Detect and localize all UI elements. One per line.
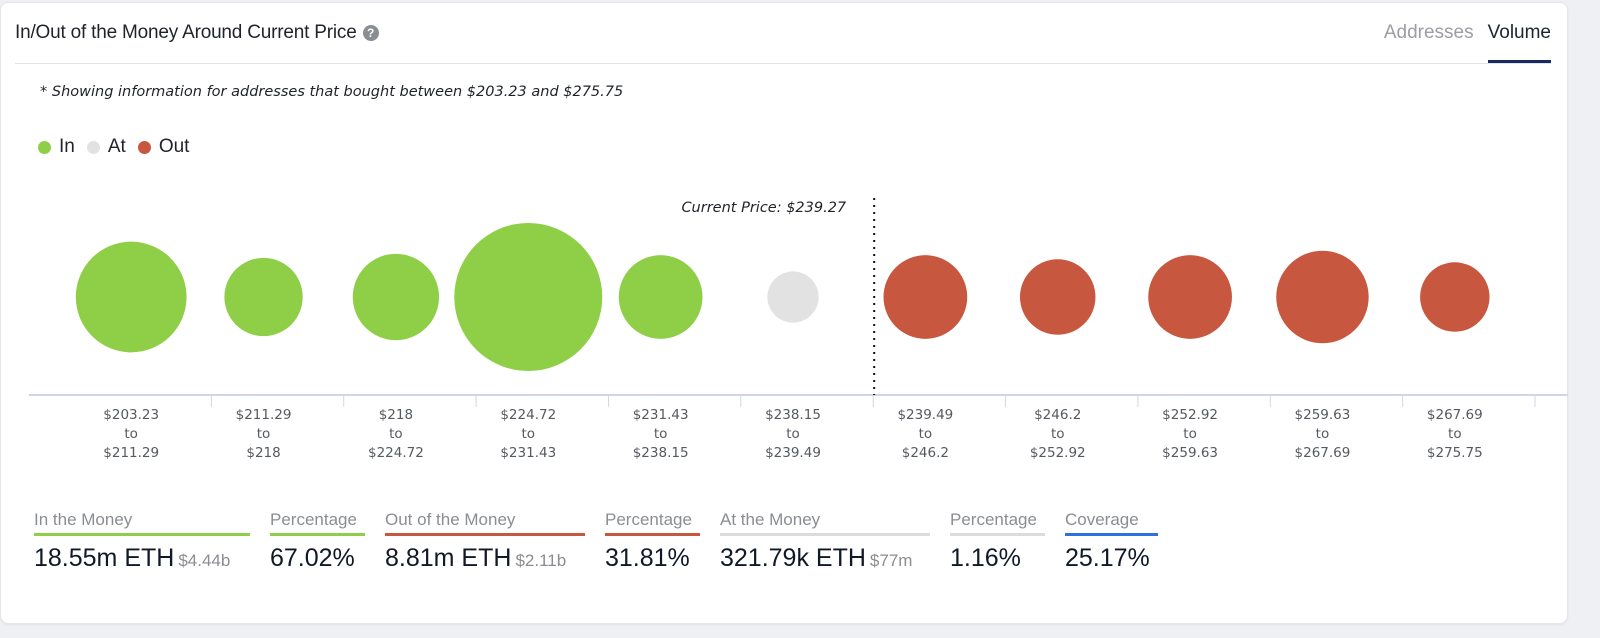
x-tick-label: to (1051, 426, 1065, 442)
bubble-in[interactable] (224, 257, 303, 337)
x-tick-label: to (124, 426, 138, 442)
x-tick-label: to (257, 426, 271, 442)
bubble-out[interactable] (1276, 250, 1369, 344)
x-tick-label: $267.69 (1295, 445, 1351, 461)
x-tick-label: $238.15 (633, 445, 689, 461)
x-tick-label: $238.15 (765, 407, 821, 423)
stat-value: 31.81% (605, 544, 690, 572)
x-tick-label: $224.72 (368, 445, 424, 461)
x-tick-label: $252.92 (1030, 445, 1086, 461)
bubble-in[interactable] (352, 253, 440, 341)
bubble-out[interactable] (1019, 259, 1096, 335)
bubble-in[interactable] (618, 255, 703, 339)
bubble-at[interactable] (767, 271, 819, 323)
bubble-in[interactable] (75, 241, 187, 353)
stat-out-of-the-money: Out of the Money 8.81m ETH $2.11b (385, 510, 585, 573)
stat-label: Percentage (270, 510, 365, 536)
x-tick-label: $211.29 (103, 445, 159, 461)
x-tick-label: $246.2 (902, 445, 949, 461)
bubble-out[interactable] (1420, 262, 1490, 332)
stat-label: At the Money (720, 510, 930, 536)
x-tick-label: $231.43 (633, 407, 689, 423)
stat-label: Coverage (1065, 510, 1158, 536)
x-tick-label: $239.49 (765, 445, 821, 461)
x-tick-label: to (1316, 426, 1330, 442)
stat-value: 1.16% (950, 544, 1021, 572)
x-tick-label: $218 (246, 445, 280, 461)
stat-label: Out of the Money (385, 510, 585, 536)
stat-label: In the Money (34, 510, 250, 536)
stat-value: 25.17% (1065, 544, 1150, 572)
stat-label: Percentage (605, 510, 700, 536)
bubble-out[interactable] (883, 255, 968, 339)
bubble-out[interactable] (1148, 255, 1232, 339)
stat-usd-value: $2.11b (515, 551, 567, 570)
x-tick-label: $275.75 (1427, 445, 1483, 461)
stat-in-the-money: In the Money 18.55m ETH $4.44b (34, 510, 250, 573)
x-tick-label: $267.69 (1427, 407, 1483, 423)
bubble-in[interactable] (454, 223, 603, 371)
x-tick-label: to (919, 426, 933, 442)
x-tick-label: $259.63 (1295, 407, 1351, 423)
x-tick-label: to (1448, 426, 1462, 442)
x-tick-label: to (389, 426, 403, 442)
stat-value: 18.55m ETH $4.44b (34, 544, 250, 573)
stat-coverage: Coverage 25.17% (1065, 510, 1158, 573)
x-tick-label: $211.29 (236, 407, 292, 423)
x-tick-label: $239.49 (897, 407, 953, 423)
stat-at-the-money: At the Money 321.79k ETH $77m (720, 510, 930, 573)
stat-value-text: 18.55m ETH (34, 544, 175, 572)
stat-in-percentage: Percentage 67.02% (270, 510, 365, 573)
stat-value: 8.81m ETH $2.11b (385, 544, 585, 573)
x-tick-label: $252.92 (1162, 407, 1218, 423)
x-tick-label: $218 (379, 407, 413, 423)
x-tick-label: to (786, 426, 800, 442)
current-price-label: Current Price: $239.27 (681, 200, 846, 216)
x-tick-label: $246.2 (1034, 407, 1081, 423)
stat-at-percentage: Percentage 1.16% (950, 510, 1045, 573)
stat-usd-value: $4.44b (178, 551, 231, 570)
x-tick-label: to (1183, 426, 1197, 442)
stat-usd-value: $77m (869, 551, 913, 570)
stat-label: Percentage (950, 510, 1045, 536)
stat-value: 67.02% (270, 544, 355, 572)
x-tick-label: $231.43 (500, 445, 556, 461)
stat-value-text: 321.79k ETH (720, 544, 866, 572)
bubble-chart: $203.23 to $211.29 $211.29 to $218 $218 to $224.… (29, 198, 1568, 461)
x-tick-label: $224.72 (500, 407, 556, 423)
stat-value: 321.79k ETH $77m (720, 544, 930, 573)
stat-out-percentage: Percentage 31.81% (605, 510, 700, 573)
x-tick-label: to (654, 426, 668, 442)
stat-value-text: 8.81m ETH (385, 544, 512, 572)
x-tick-label: $203.23 (103, 407, 159, 423)
x-tick-label: to (521, 426, 535, 442)
x-tick-label: $259.63 (1162, 445, 1218, 461)
